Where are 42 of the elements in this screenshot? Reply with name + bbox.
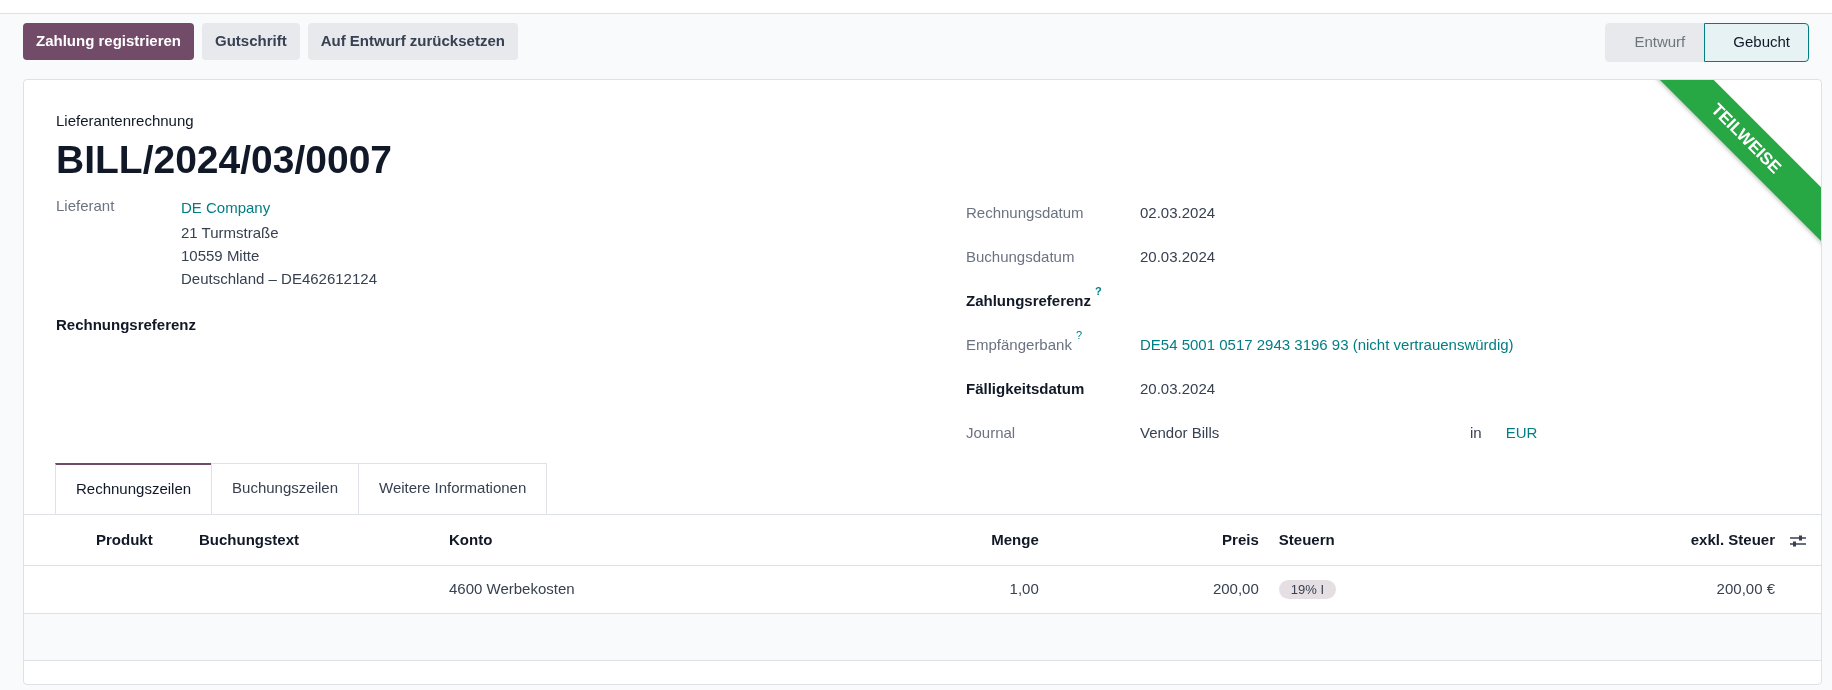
column-header[interactable]: Menge <box>991 530 1039 548</box>
column-header[interactable]: Steuern <box>1278 530 1335 548</box>
tab[interactable]: Rechnungszeilen <box>55 463 213 514</box>
field-value: in <box>1470 423 1482 444</box>
action-button[interactable]: Zahlung registrieren <box>23 23 195 60</box>
field-label: Lieferant <box>56 196 116 217</box>
action-button[interactable]: Auf Entwurf zurücksetzen <box>307 23 518 60</box>
action-button[interactable]: Gutschrift <box>202 23 300 60</box>
document-title: BILL/2024/03/0007 <box>56 136 393 183</box>
tax-tag: 19% I <box>1278 580 1337 600</box>
bank-account-link[interactable]: DE54 5001 0517 2943 3196 93 (nicht vertrauenswürdig) <box>1140 334 1514 357</box>
currency-link[interactable]: EUR <box>1505 422 1538 445</box>
column-header[interactable]: Buchungstext <box>199 530 299 548</box>
document-type: Lieferantenrechnung <box>56 111 194 131</box>
field-value: 20.03.2024 <box>1140 379 1216 400</box>
column-header[interactable]: Preis <box>1222 530 1259 548</box>
table-cell: 1,00 <box>1009 580 1039 598</box>
tab[interactable]: Weitere Informationen <box>358 463 548 514</box>
customer-link[interactable]: DE Company <box>181 195 377 222</box>
field-label: Fälligkeitsdatum <box>966 380 1085 398</box>
field-value: 02.03.2024 <box>1140 203 1216 224</box>
field-label: Zahlungsreferenz <box>966 292 1092 310</box>
column-header[interactable]: exkl. Steuer <box>1690 530 1775 548</box>
help-tooltip[interactable]: ? <box>1075 328 1083 341</box>
field-value: Vendor Bills <box>1140 423 1221 444</box>
table-cell: 4600 Werbekosten <box>449 580 575 598</box>
table-cell: 200,00 € <box>1716 580 1775 598</box>
field-label: Empfängerbank <box>966 336 1072 354</box>
field-label: Journal <box>966 424 1016 442</box>
status-step[interactable]: Gebucht <box>1704 23 1809 62</box>
table-cell: 200,00 <box>1212 580 1259 598</box>
column-header[interactable]: Konto <box>449 530 493 548</box>
address-line: 21 Turmstraße <box>181 223 280 244</box>
address-line: Deutschland – DE462612124 <box>181 269 377 290</box>
address-line: 10559 Mitte <box>181 246 261 267</box>
status-step[interactable]: Entwurf <box>1605 23 1705 62</box>
field-label: Rechnungsreferenz <box>56 315 197 336</box>
field-label: Buchungsdatum <box>966 248 1075 266</box>
help-tooltip[interactable]: ? <box>1095 284 1102 297</box>
column-header[interactable]: Produkt <box>96 530 153 548</box>
field-label: Rechnungsdatum <box>966 204 1084 222</box>
field-value: 20.03.2024 <box>1140 247 1216 268</box>
